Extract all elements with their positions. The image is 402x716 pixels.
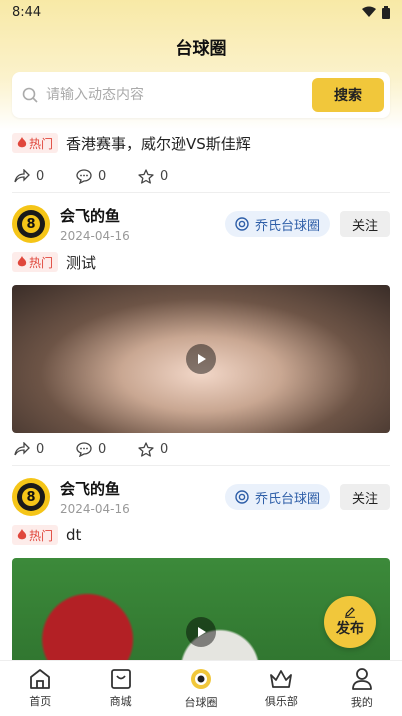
post-card[interactable]: 8 会飞的鱼 2024-04-16 乔氏台球圈 关注 热门 测试 0 0 0 (0, 193, 402, 465)
share-action[interactable]: 0 (14, 169, 76, 184)
author-info: 会飞的鱼 2024-04-16 (60, 205, 225, 243)
post-date: 2024-04-16 (60, 502, 130, 516)
post-feed[interactable]: 热门 香港赛事，威尔逊VS斯佳辉 0 0 0 8 会飞的鱼 2024-04-16… (0, 126, 402, 660)
share-action[interactable]: 0 (14, 442, 76, 457)
hot-badge: 热门 (12, 252, 59, 272)
fire-icon (17, 529, 27, 540)
comment-icon (76, 168, 92, 184)
share-count: 0 (36, 168, 45, 184)
publish-label: 发布 (336, 621, 364, 637)
nav-label-home: 首页 (29, 695, 52, 708)
share-icon (14, 169, 30, 183)
status-bar: 8:44 (0, 0, 402, 24)
author-info: 会飞的鱼 2024-04-16 (60, 478, 225, 516)
edit-icon (345, 607, 355, 618)
nav-item-circle[interactable]: 台球圈 (161, 661, 241, 716)
search-input[interactable] (46, 87, 312, 103)
like-count: 0 (160, 168, 169, 184)
nav-label-shop: 商城 (109, 695, 132, 708)
play-button[interactable] (186, 617, 216, 647)
crown-icon (270, 670, 293, 688)
fire-icon (17, 256, 27, 267)
avatar-number: 8 (22, 488, 40, 506)
hot-badge: 热门 (12, 525, 59, 545)
star-icon (138, 441, 154, 457)
hot-label: 热门 (29, 528, 54, 543)
play-icon (198, 354, 206, 364)
post-actions: 0 0 0 (12, 160, 390, 192)
nav-item-club[interactable]: 俱乐部 (241, 661, 321, 716)
share-icon (14, 442, 30, 456)
status-time: 8:44 (12, 4, 42, 20)
comment-icon (76, 441, 92, 457)
wifi-icon (362, 6, 376, 17)
post-date: 2024-04-16 (60, 229, 130, 243)
search-icon (22, 87, 38, 103)
post-video[interactable] (12, 285, 390, 433)
post-header: 8 会飞的鱼 2024-04-16 乔氏台球圈 关注 (12, 193, 390, 245)
author-name[interactable]: 会飞的鱼 (60, 478, 225, 499)
post-title: 测试 (66, 253, 97, 272)
hot-label: 热门 (29, 255, 54, 270)
target-icon (235, 217, 249, 231)
star-icon (138, 168, 154, 184)
post-title-row: 热门 测试 (12, 245, 390, 279)
status-icons (362, 5, 390, 19)
page-title: 台球圈 (175, 39, 227, 59)
post-title: dt (66, 526, 82, 544)
shop-icon (110, 669, 131, 689)
like-action[interactable]: 0 (138, 169, 200, 184)
nav-label-circle: 台球圈 (184, 696, 218, 709)
bottom-nav: 首页 商城 台球圈 俱乐部 我的 (0, 660, 402, 716)
post-title: 香港赛事，威尔逊VS斯佳辉 (66, 134, 251, 153)
avatar[interactable]: 8 (12, 478, 50, 516)
comment-action[interactable]: 0 (76, 442, 138, 457)
billiards-circle-icon (191, 669, 212, 689)
comment-action[interactable]: 0 (76, 169, 138, 184)
publish-button[interactable]: 发布 (324, 596, 376, 648)
circle-tag[interactable]: 乔氏台球圈 (224, 211, 330, 237)
home-icon (30, 669, 51, 689)
post-title-row: 热门 dt (12, 518, 390, 552)
nav-label-club: 俱乐部 (264, 695, 298, 708)
avatar[interactable]: 8 (12, 205, 50, 243)
post-actions: 0 0 0 (12, 433, 390, 465)
hot-label: 热门 (29, 136, 54, 151)
hot-badge: 热门 (12, 133, 59, 153)
nav-item-shop[interactable]: 商城 (80, 661, 160, 716)
nav-item-mine[interactable]: 我的 (322, 661, 402, 716)
fire-icon (17, 137, 27, 148)
circle-tag[interactable]: 乔氏台球圈 (224, 484, 330, 510)
follow-button[interactable]: 关注 (339, 484, 390, 510)
battery-icon (382, 5, 390, 19)
target-icon (235, 490, 249, 504)
nav-label-mine: 我的 (350, 696, 373, 709)
circle-name: 乔氏台球圈 (254, 491, 320, 507)
follow-button[interactable]: 关注 (339, 211, 390, 237)
post-title-row: 热门 香港赛事，威尔逊VS斯佳辉 (12, 126, 390, 160)
play-button[interactable] (186, 344, 216, 374)
circle-name: 乔氏台球圈 (254, 218, 320, 234)
post-header: 8 会飞的鱼 2024-04-16 乔氏台球圈 关注 (12, 466, 390, 518)
post-card[interactable]: 热门 香港赛事，威尔逊VS斯佳辉 0 0 0 (0, 126, 402, 192)
share-count: 0 (36, 441, 45, 457)
search-bar: 搜索 (12, 72, 390, 118)
like-action[interactable]: 0 (138, 442, 200, 457)
search-button[interactable]: 搜索 (312, 78, 384, 112)
comment-count: 0 (98, 168, 107, 184)
avatar-number: 8 (22, 215, 40, 233)
comment-count: 0 (98, 441, 107, 457)
like-count: 0 (160, 441, 169, 457)
play-icon (198, 627, 206, 637)
nav-item-home[interactable]: 首页 (0, 661, 80, 716)
author-name[interactable]: 会飞的鱼 (60, 205, 225, 226)
user-icon (351, 668, 372, 690)
